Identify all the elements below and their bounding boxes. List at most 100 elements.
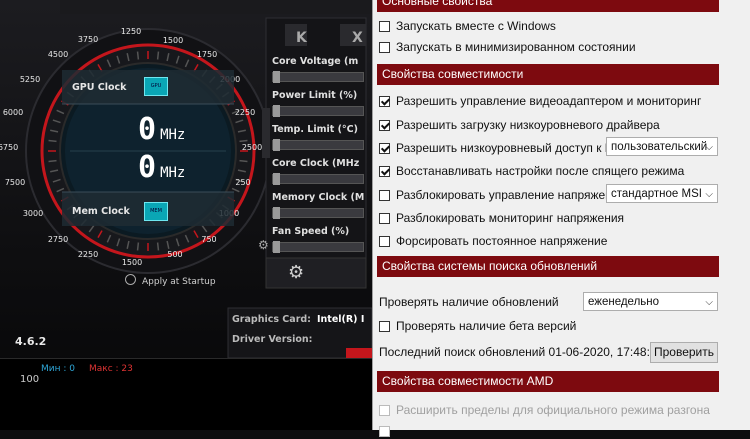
gauge-tick-label: 7500: [5, 178, 25, 187]
gauge-tick: [156, 51, 160, 60]
gpu-clock-readout: 0 MHz: [138, 112, 185, 147]
gauge-tick-label: 6000: [3, 108, 23, 117]
slider-thumb[interactable]: [273, 173, 280, 185]
compat-option-checkbox[interactable]: [379, 236, 390, 247]
slider-track[interactable]: [272, 173, 364, 185]
apply-at-startup-radio[interactable]: [125, 274, 136, 285]
slider-row[interactable]: Core Voltage (m: [272, 56, 364, 83]
slider-track[interactable]: [272, 241, 364, 253]
compat-option-checkbox[interactable]: [379, 96, 390, 107]
lowlevel-access-select[interactable]: пользовательский ⌵: [606, 137, 718, 156]
x-button[interactable]: X: [352, 30, 363, 46]
voltage-control-select[interactable]: стандартное MSI ⌵: [606, 184, 718, 203]
slider-track[interactable]: [272, 207, 364, 219]
settings-gear-icon[interactable]: ⚙: [288, 262, 304, 283]
compat-option-label: Разрешить управление видеоадаптером и мо…: [396, 94, 702, 108]
run-with-windows-label: Запускать вместе с Windows: [396, 19, 556, 33]
gauge-tick: [48, 159, 57, 163]
slider-thumb[interactable]: [273, 71, 280, 83]
slider-thumb[interactable]: [273, 207, 280, 219]
slider-label: Core Voltage (m: [272, 56, 359, 67]
slider-track[interactable]: [272, 139, 364, 151]
slider-label: Fan Speed (%): [272, 226, 350, 237]
section-updates: Свойства системы поиска обновлений: [377, 256, 719, 277]
compat-option-checkbox[interactable]: [379, 143, 390, 154]
compat-option[interactable]: Разрешить загрузку низкоуровневого драйв…: [379, 118, 660, 133]
slider-row[interactable]: Temp. Limit (°C): [272, 124, 364, 151]
compat-option[interactable]: Разблокировать мониторинг напряжения: [379, 211, 624, 226]
section-general: Основные свойства: [377, 0, 719, 12]
amd-next-option[interactable]: [379, 424, 396, 439]
check-beta[interactable]: Проверять наличие бета версий: [379, 319, 576, 334]
mem-chip-icon: MEM: [144, 202, 168, 221]
compat-option-checkbox[interactable]: [379, 213, 390, 224]
panel-scrollbar[interactable]: [733, 0, 750, 430]
driver-version-row: Driver Version:: [232, 334, 318, 345]
compat-option[interactable]: Восстанавливать настройки после спящего …: [379, 164, 684, 179]
apply-at-startup-toggle[interactable]: Apply at Startup: [125, 274, 216, 287]
compat-option-checkbox[interactable]: [379, 190, 390, 201]
gauge-tick-label: 500: [167, 250, 182, 259]
compat-option-label: Разрешить низкоуровневый доступ к ГП: [396, 141, 620, 155]
compat-option-label: Восстанавливать настройки после спящего …: [396, 164, 685, 178]
check-beta-label: Проверять наличие бета версий: [396, 319, 577, 333]
compat-option[interactable]: Разблокировать управление напряжением: [379, 188, 633, 203]
driver-version-label: Driver Version:: [232, 334, 313, 345]
run-minimized[interactable]: Запускать в минимизированном состоянии: [379, 40, 636, 55]
amd-next-option-checkbox[interactable]: [379, 426, 390, 437]
amd-extend-limits-checkbox[interactable]: [379, 405, 390, 416]
gauge-tick-label: 1250: [121, 27, 141, 36]
gauge-tick-label: 4500: [48, 50, 68, 59]
check-updates-value: еженедельно: [588, 296, 660, 308]
version-label: 4.6.2: [15, 335, 47, 348]
mem-clock-label: Mem Clock: [72, 206, 130, 217]
amd-extend-limits[interactable]: Расширить пределы для официального режим…: [379, 403, 710, 418]
gauge-tick-label: 6750: [0, 143, 18, 152]
slider-thumb[interactable]: [273, 241, 280, 253]
compat-option[interactable]: Разрешить низкоуровневый доступ к ГП: [379, 141, 620, 156]
compat-option-label: Разблокировать управление напряжением: [396, 188, 634, 202]
compat-option[interactable]: Разрешить управление видеоадаптером и мо…: [379, 94, 701, 109]
amd-extend-limits-label: Расширить пределы для официального режим…: [396, 403, 710, 417]
gpu-clock-value: 0: [138, 112, 157, 147]
gauge-tick: [239, 159, 248, 163]
run-with-windows-checkbox[interactable]: [379, 21, 390, 32]
compat-option-checkbox[interactable]: [379, 120, 390, 131]
fan-gear-icon[interactable]: ⚙: [258, 238, 269, 252]
section-amd-compatibility: Свойства совместимости AMD: [377, 371, 719, 392]
slider-label: Power Limit (%): [272, 90, 358, 101]
gauge-tick-label: 1500: [122, 258, 142, 267]
gauge-tick-label: 750: [201, 235, 216, 244]
monitor-min: Мин : 0: [41, 364, 75, 374]
mem-clock-unit: MHz: [160, 165, 186, 181]
check-beta-checkbox[interactable]: [379, 321, 390, 332]
run-minimized-checkbox[interactable]: [379, 42, 390, 53]
gpu-chip-icon: GPU: [144, 77, 168, 96]
graphics-card-row: Graphics Card: Intel(R) I: [232, 314, 364, 325]
graphics-card-value: Intel(R) I: [316, 314, 365, 325]
compat-option-checkbox[interactable]: [379, 166, 390, 177]
slider-track[interactable]: [272, 71, 364, 83]
check-now-button[interactable]: Проверить: [650, 342, 718, 363]
slider-track[interactable]: [272, 105, 364, 117]
gauge-tick-label: 2750: [48, 235, 68, 244]
chevron-down-icon: ⌵: [705, 142, 713, 153]
slider-row[interactable]: Fan Speed (%): [272, 226, 364, 253]
check-updates-select[interactable]: еженедельно ⌵: [583, 292, 718, 311]
slider-row[interactable]: Core Clock (MHz: [272, 158, 364, 185]
compat-option[interactable]: Форсировать постоянное напряжение: [379, 234, 607, 249]
slider-row[interactable]: Memory Clock (M: [272, 192, 364, 219]
gauge-tick-label: 1500: [163, 36, 183, 45]
settings-panel: Основные свойства Запускать вместе с Win…: [372, 0, 750, 437]
slider-thumb[interactable]: [273, 105, 280, 117]
gauge-tick: [136, 51, 140, 60]
gauge-tick: [239, 139, 248, 143]
chevron-down-icon: ⌵: [705, 297, 713, 308]
section-compatibility: Свойства совместимости: [377, 64, 719, 85]
slider-row[interactable]: Power Limit (%): [272, 90, 364, 117]
k-button[interactable]: K: [296, 30, 307, 46]
apply-at-startup-label: Apply at Startup: [142, 277, 216, 287]
run-with-windows[interactable]: Запускать вместе с Windows: [379, 19, 556, 34]
monitor-max: Макс : 23: [88, 364, 133, 374]
slider-thumb[interactable]: [273, 139, 280, 151]
